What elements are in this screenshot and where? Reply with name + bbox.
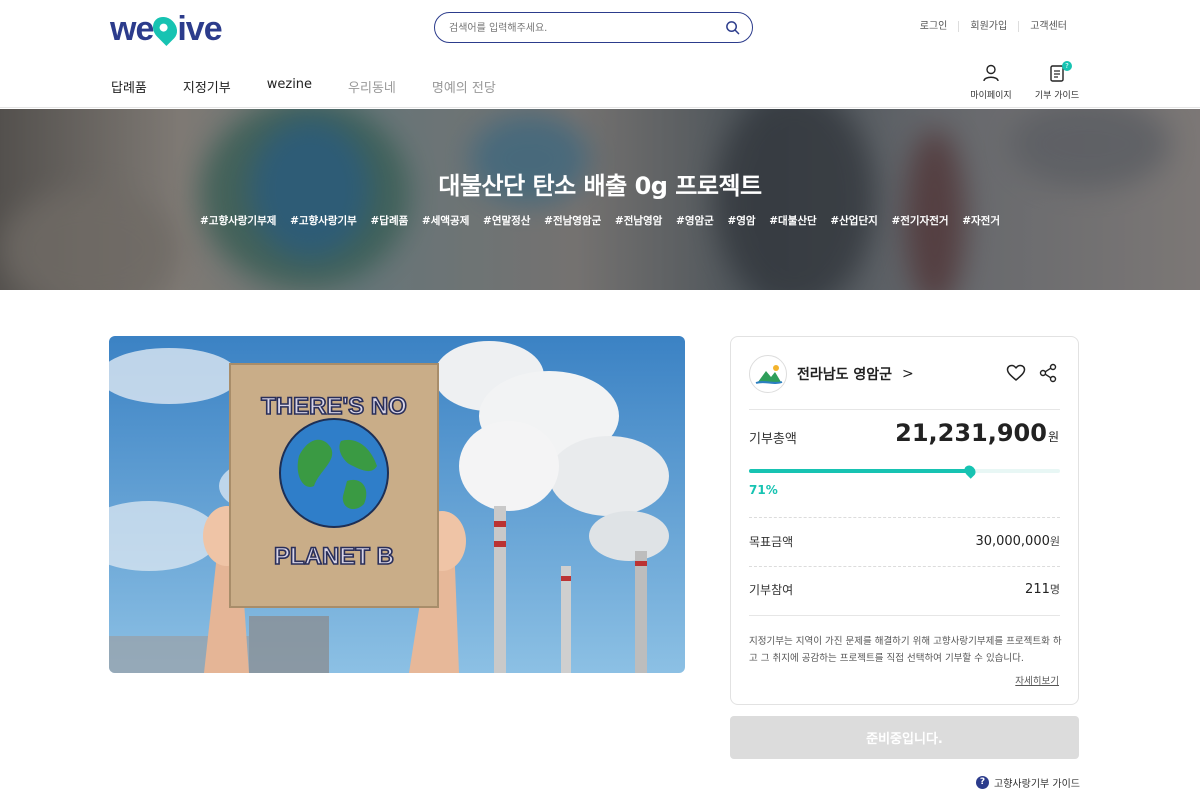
pin-icon	[148, 12, 183, 46]
nav-item-designated-donation[interactable]: 지정기부	[183, 77, 231, 96]
progress-bar	[749, 463, 1060, 479]
search-icon[interactable]	[725, 20, 740, 35]
mypage-label: 마이페이지	[970, 91, 1012, 101]
participants-value: 211명	[1025, 582, 1060, 597]
participants-row: 기부참여 211명	[749, 581, 1060, 598]
progress-bar-fill	[749, 469, 970, 473]
see-more-link[interactable]: 자세히보기	[1015, 673, 1059, 687]
hashtag[interactable]: #자전거	[962, 215, 1000, 227]
donation-guide-label: 기부 가이드	[1034, 91, 1080, 101]
participants-label: 기부참여	[749, 583, 794, 597]
nav-item-wezine[interactable]: wezine	[267, 77, 312, 96]
org-link[interactable]: 전라남도 영암군 >	[749, 355, 914, 393]
signup-link[interactable]: 회원가입	[958, 21, 1018, 32]
project-photo: THERE'S NO PLANET B	[109, 336, 685, 673]
hashtag[interactable]: #산업단지	[830, 215, 877, 227]
divider	[749, 615, 1060, 616]
guide-link-label: 고향사랑기부 가이드	[994, 779, 1080, 790]
share-icon[interactable]	[1038, 363, 1058, 383]
hashtag[interactable]: #고향사랑기부제	[200, 215, 276, 227]
progress-percent: 71%	[749, 483, 778, 497]
hashtag[interactable]: #답례품	[370, 215, 408, 227]
total-amount-value: 21,231,900원	[895, 419, 1059, 447]
goal-value: 30,000,000원	[975, 534, 1060, 549]
donate-button-disabled[interactable]: 준비중입니다.	[730, 716, 1079, 759]
divider	[749, 517, 1060, 518]
hashtag[interactable]: #대불산단	[769, 215, 816, 227]
hashtag[interactable]: #전남영암군	[544, 215, 601, 227]
divider	[749, 409, 1060, 410]
hometown-donation-guide-link[interactable]: ? 고향사랑기부 가이드	[976, 775, 1080, 790]
project-hero-banner: 대불산단 탄소 배출 0g 프로젝트 #고향사랑기부제 #고향사랑기부 #답례품…	[0, 109, 1200, 290]
hashtag[interactable]: #영암군	[676, 215, 714, 227]
hashtag[interactable]: #전기자전거	[891, 215, 948, 227]
search-box[interactable]	[434, 12, 753, 43]
chevron-right-icon: >	[902, 366, 914, 382]
hashtag[interactable]: #세액공제	[422, 215, 469, 227]
mypage-button[interactable]: 마이페이지	[968, 63, 1014, 101]
util-links: 로그인 회원가입 고객센터	[909, 21, 1078, 32]
donation-guide-button[interactable]: ? 기부 가이드	[1034, 61, 1080, 101]
main-nav: 답례품 지정기부 wezine 우리동네 명예의 전당	[111, 77, 496, 96]
nav-item-hall-of-fame[interactable]: 명예의 전당	[432, 77, 496, 96]
card-actions	[1006, 363, 1058, 383]
hashtag-list: #고향사랑기부제 #고향사랑기부 #답례품 #세액공제 #연말정산 #전남영암군…	[0, 213, 1200, 228]
sign-text-top: THERE'S NO	[261, 393, 407, 420]
progress-marker-icon	[962, 463, 978, 479]
login-link[interactable]: 로그인	[909, 21, 959, 32]
hashtag[interactable]: #고향사랑기부	[290, 215, 357, 227]
sign-text-bottom: PLANET B	[274, 543, 394, 570]
header-icon-links: 마이페이지 ? 기부 가이드	[968, 61, 1080, 101]
project-title: 대불산단 탄소 배출 0g 프로젝트	[438, 172, 762, 200]
protest-sign-illustration: THERE'S NO PLANET B	[109, 336, 685, 673]
site-header: weive 로그인 회원가입 고객센터 답례품 지정기부 wezine 우리동네…	[0, 0, 1200, 108]
designated-donation-description: 지정기부는 지역이 가진 문제를 해결하기 위해 고향사랑기부제를 프로젝트화 …	[749, 636, 1062, 664]
org-logo	[749, 355, 787, 393]
nav-item-gifts[interactable]: 답례품	[111, 77, 147, 96]
hashtag[interactable]: #영암	[727, 215, 755, 227]
search-input[interactable]	[449, 19, 709, 37]
goal-row: 목표금액 30,000,000원	[749, 533, 1060, 550]
hashtag[interactable]: #연말정산	[483, 215, 530, 227]
nav-item-neighborhood[interactable]: 우리동네	[348, 77, 396, 96]
org-name: 전라남도 영암군	[797, 367, 893, 383]
guide-badge: ?	[1062, 61, 1072, 71]
question-icon: ?	[976, 776, 990, 789]
heart-icon[interactable]	[1006, 363, 1026, 383]
total-amount-label: 기부총액	[749, 432, 797, 447]
divider	[749, 566, 1060, 567]
user-icon	[983, 64, 999, 82]
wegive-logo[interactable]: we ive	[110, 10, 223, 49]
goal-label: 목표금액	[749, 535, 794, 549]
customer-center-link[interactable]: 고객센터	[1018, 21, 1078, 32]
hashtag[interactable]: #전남영암	[615, 215, 662, 227]
donation-summary-card: 전라남도 영암군 > 기부총액 21,231,900원 71% 목표금액 30,…	[730, 336, 1079, 705]
